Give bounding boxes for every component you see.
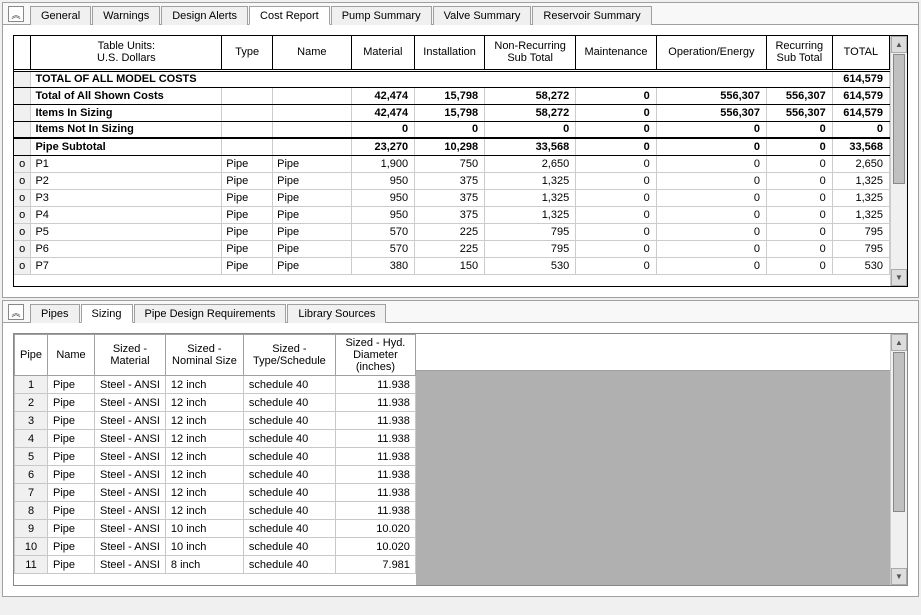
- col-s-name[interactable]: Name: [48, 335, 95, 376]
- sizing-row[interactable]: 4PipeSteel - ANSI12 inchschedule 4011.93…: [15, 430, 416, 448]
- collapse-bottom-button[interactable]: ︽: [8, 304, 24, 320]
- sizing-row[interactable]: 3PipeSteel - ANSI12 inchschedule 4011.93…: [15, 412, 416, 430]
- cost-header-row: Table Units: U.S. Dollars Type Name Mate…: [14, 36, 890, 70]
- sizing-content: Pipe Name Sized - Material Sized - Nomin…: [3, 323, 918, 596]
- tab-warnings[interactable]: Warnings: [92, 6, 160, 25]
- cost-table: Table Units: U.S. Dollars Type Name Mate…: [14, 36, 890, 275]
- sizing-row[interactable]: 11PipeSteel - ANSI8 inchschedule 407.981: [15, 556, 416, 574]
- row-header-spacer: [14, 36, 31, 70]
- sizing-row[interactable]: 6PipeSteel - ANSI12 inchschedule 4011.93…: [15, 466, 416, 484]
- scroll-down-icon[interactable]: ▼: [891, 568, 907, 585]
- top-tab-row: ︽ GeneralWarningsDesign AlertsCost Repor…: [3, 3, 918, 25]
- sizing-header-row: Pipe Name Sized - Material Sized - Nomin…: [15, 335, 416, 376]
- col-type[interactable]: Type: [222, 36, 273, 70]
- col-s-nominal[interactable]: Sized - Nominal Size: [165, 335, 243, 376]
- cost-row[interactable]: oP1PipePipe1,9007502,6500002,650: [14, 155, 890, 172]
- cost-row[interactable]: TOTAL OF ALL MODEL COSTS614,579: [14, 70, 890, 87]
- cost-report-panel: ︽ GeneralWarningsDesign AlertsCost Repor…: [2, 2, 919, 298]
- scroll-thumb[interactable]: [893, 54, 905, 184]
- sizing-row[interactable]: 9PipeSteel - ANSI10 inchschedule 4010.02…: [15, 520, 416, 538]
- sizing-table: Pipe Name Sized - Material Sized - Nomin…: [14, 334, 416, 574]
- col-s-diameter[interactable]: Sized - Hyd. Diameter (inches): [335, 335, 415, 376]
- sizing-row[interactable]: 10PipeSteel - ANSI10 inchschedule 4010.0…: [15, 538, 416, 556]
- cost-row[interactable]: oP7PipePipe380150530000530: [14, 257, 890, 274]
- sizing-row[interactable]: 7PipeSteel - ANSI12 inchschedule 4011.93…: [15, 484, 416, 502]
- tab-general[interactable]: General: [30, 6, 91, 25]
- col-name[interactable]: Name: [273, 36, 351, 70]
- col-s-schedule[interactable]: Sized - Type/Schedule: [243, 335, 335, 376]
- sizing-row[interactable]: 5PipeSteel - ANSI12 inchschedule 4011.93…: [15, 448, 416, 466]
- tab-valve-summary[interactable]: Valve Summary: [433, 6, 532, 25]
- cost-scrollbar[interactable]: ▲ ▼: [890, 36, 907, 286]
- scroll-thumb[interactable]: [893, 352, 905, 512]
- scroll-up-icon[interactable]: ▲: [891, 36, 907, 53]
- cost-row[interactable]: oP2PipePipe9503751,3250001,325: [14, 172, 890, 189]
- sizing-panel: ︽ PipesSizingPipe Design RequirementsLib…: [2, 300, 919, 597]
- cost-row[interactable]: oP3PipePipe9503751,3250001,325: [14, 189, 890, 206]
- cost-row[interactable]: oP6PipePipe570225795000795: [14, 240, 890, 257]
- col-maintenance[interactable]: Maintenance: [576, 36, 657, 70]
- col-nonrecurring[interactable]: Non-Recurring Sub Total: [485, 36, 576, 70]
- cost-report-content: Table Units: U.S. Dollars Type Name Mate…: [3, 25, 918, 297]
- col-material[interactable]: Material: [351, 36, 415, 70]
- scroll-down-icon[interactable]: ▼: [891, 269, 907, 286]
- tab-design-alerts[interactable]: Design Alerts: [161, 6, 248, 25]
- sizing-grid: Pipe Name Sized - Material Sized - Nomin…: [13, 333, 908, 586]
- sizing-row[interactable]: 2PipeSteel - ANSI12 inchschedule 4011.93…: [15, 394, 416, 412]
- col-total[interactable]: TOTAL: [832, 36, 889, 70]
- sizing-row[interactable]: 1PipeSteel - ANSI12 inchschedule 4011.93…: [15, 376, 416, 394]
- tab-sizing[interactable]: Sizing: [81, 304, 133, 323]
- col-installation[interactable]: Installation: [415, 36, 485, 70]
- tab-library-sources[interactable]: Library Sources: [287, 304, 386, 323]
- col-pipe[interactable]: Pipe: [15, 335, 48, 376]
- cost-grid: Table Units: U.S. Dollars Type Name Mate…: [13, 35, 908, 287]
- col-s-material[interactable]: Sized - Material: [95, 335, 166, 376]
- cost-row[interactable]: Items Not In Sizing0000000: [14, 121, 890, 138]
- col-recurring[interactable]: Recurring Sub Total: [766, 36, 832, 70]
- tab-reservoir-summary[interactable]: Reservoir Summary: [532, 6, 651, 25]
- sizing-empty-area: [416, 334, 907, 585]
- cost-row[interactable]: oP4PipePipe9503751,3250001,325: [14, 206, 890, 223]
- collapse-top-button[interactable]: ︽: [8, 6, 24, 22]
- tab-pipe-design-requirements[interactable]: Pipe Design Requirements: [134, 304, 287, 323]
- col-units[interactable]: Table Units: U.S. Dollars: [31, 36, 222, 70]
- sizing-scrollbar[interactable]: ▲ ▼: [890, 334, 907, 585]
- cost-row[interactable]: Items In Sizing42,47415,79858,2720556,30…: [14, 104, 890, 121]
- sizing-row[interactable]: 8PipeSteel - ANSI12 inchschedule 4011.93…: [15, 502, 416, 520]
- tab-pump-summary[interactable]: Pump Summary: [331, 6, 432, 25]
- col-opEnergy[interactable]: Operation/Energy: [656, 36, 766, 70]
- bottom-tab-row: ︽ PipesSizingPipe Design RequirementsLib…: [3, 301, 918, 323]
- scroll-up-icon[interactable]: ▲: [891, 334, 907, 351]
- cost-row[interactable]: Total of All Shown Costs42,47415,79858,2…: [14, 87, 890, 104]
- cost-row[interactable]: Pipe Subtotal23,27010,29833,56800033,568: [14, 138, 890, 155]
- tab-cost-report[interactable]: Cost Report: [249, 6, 330, 25]
- cost-row[interactable]: oP5PipePipe570225795000795: [14, 223, 890, 240]
- tab-pipes[interactable]: Pipes: [30, 304, 80, 323]
